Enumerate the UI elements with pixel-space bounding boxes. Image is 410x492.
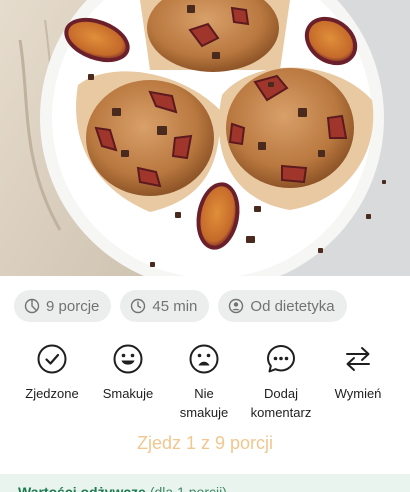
author-label: Od dietetyka <box>250 297 335 315</box>
clock-icon <box>130 298 146 314</box>
eat-portion-button[interactable]: Zjedz 1 z 9 porcji <box>0 428 410 458</box>
sad-face-icon <box>187 342 221 376</box>
dislike-button[interactable]: Nie smakuje <box>162 342 246 422</box>
recipe-actions: Zjedzone Smakuje Nie smakuje Dodaj komen… <box>0 342 410 422</box>
nutrition-subtitle: (dla 1 porcji) <box>149 484 227 492</box>
check-circle-icon <box>35 342 69 376</box>
swap-arrows-icon <box>341 342 375 376</box>
like-button[interactable]: Smakuje <box>86 342 170 403</box>
swap-label: Wymień <box>334 386 382 401</box>
add-comment-label: Dodaj komentarz <box>250 386 312 420</box>
like-label: Smakuje <box>102 386 154 401</box>
nutrition-section-header[interactable]: Wartości odżywcze (dla 1 porcji) <box>0 474 410 492</box>
dislike-label: Nie smakuje <box>179 386 229 420</box>
chat-bubble-icon <box>264 342 298 376</box>
pie-chart-icon <box>24 298 40 314</box>
add-comment-button[interactable]: Dodaj komentarz <box>239 342 323 422</box>
servings-label: 9 porcje <box>46 297 100 315</box>
recipe-photo <box>0 0 410 276</box>
time-chip: 45 min <box>120 290 210 322</box>
nutrition-title: Wartości odżywcze <box>18 484 146 492</box>
swap-button[interactable]: Wymień <box>316 342 400 403</box>
time-label: 45 min <box>152 297 198 315</box>
recipe-info-chips: 9 porcje 45 min Od dietetyka <box>14 290 404 322</box>
smile-icon <box>111 342 145 376</box>
servings-chip: 9 porcje <box>14 290 112 322</box>
author-chip: Od dietetyka <box>218 290 347 322</box>
eaten-label: Zjedzone <box>25 386 79 401</box>
eaten-button[interactable]: Zjedzone <box>10 342 94 403</box>
user-circle-icon <box>228 298 244 314</box>
